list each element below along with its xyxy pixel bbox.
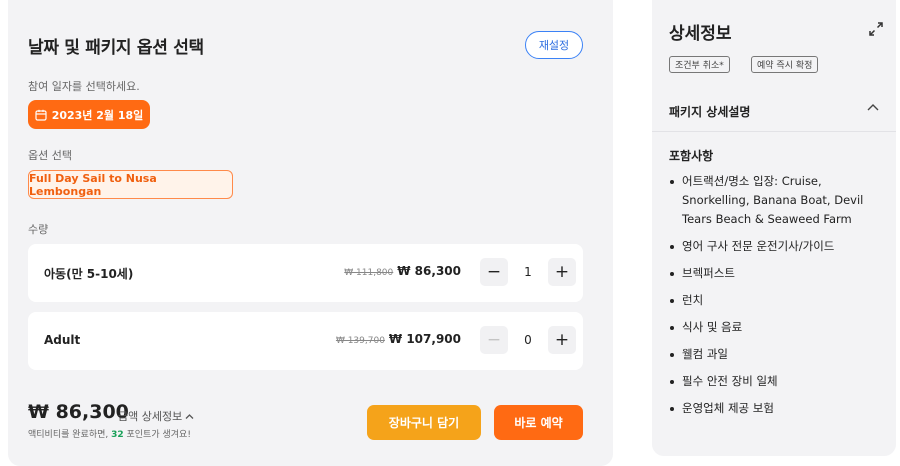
list-item: 필수 안전 장비 일체 [669, 372, 891, 391]
reset-button[interactable]: 재설정 [525, 31, 583, 59]
date-label: 참여 일자를 선택하세요. [28, 80, 140, 93]
plus-icon: + [554, 330, 570, 350]
package-description-heading[interactable]: 패키지 상세설명 [669, 103, 750, 120]
quantity-value: 1 [524, 265, 532, 279]
ticket-type-name: Adult [44, 333, 81, 347]
discounted-price: ₩ 107,900 [388, 332, 461, 346]
tag-conditional-cancel: 조건부 취소* [669, 56, 730, 73]
tag-instant-confirm: 예약 즉시 확정 [751, 56, 819, 73]
date-picker-button[interactable]: 2023년 2월 18일 [28, 100, 150, 129]
points-note: 액티비티를 완료하면, 32 포인트가 생겨요! [28, 427, 191, 440]
chevron-up-icon [185, 413, 194, 419]
points-suffix: 포인트가 생겨요! [123, 430, 191, 440]
list-item: 웰컴 과일 [669, 345, 891, 364]
details-title: 상세정보 [669, 24, 732, 44]
booking-panel: 날짜 및 패키지 옵션 선택 재설정 참여 일자를 선택하세요. 2023년 2… [8, 0, 613, 466]
total-price: ₩ 86,300 [28, 401, 129, 423]
add-to-cart-button[interactable]: 장바구니 담기 [367, 405, 481, 440]
list-item: 런치 [669, 291, 891, 310]
plus-icon: + [554, 262, 570, 282]
list-item: 영어 구사 전문 운전기사/가이드 [669, 237, 891, 256]
quantity-value: 0 [524, 333, 532, 347]
points-prefix: 액티비티를 완료하면, [28, 430, 112, 440]
list-item: 운영업체 제공 보험 [669, 399, 891, 418]
booking-title: 날짜 및 패키지 옵션 선택 [28, 38, 204, 58]
selected-date: 2023년 2월 18일 [51, 108, 144, 122]
ticket-type-name: 아동(만 5-10세) [44, 267, 134, 281]
divider [652, 131, 896, 132]
list-item: 브렉퍼스트 [669, 264, 891, 283]
total-detail-toggle[interactable]: 금액 상세정보 [118, 408, 194, 424]
minus-icon: − [486, 330, 502, 350]
option-label: 옵션 선택 [28, 149, 72, 162]
package-option-chip[interactable]: Full Day Sail to Nusa Lembongan [28, 170, 233, 199]
decrease-quantity-button[interactable]: − [480, 258, 508, 286]
expand-icon[interactable] [868, 21, 884, 37]
scroll-fade [652, 426, 896, 456]
details-panel: 상세정보 조건부 취소* 예약 즉시 확정 패키지 상세설명 포함사항 어트랙션… [652, 0, 896, 456]
quantity-label: 수량 [28, 223, 49, 236]
price-box: ₩ 111,800 ₩ 86,300 [344, 264, 461, 278]
quantity-row-adult: Adult ₩ 139,700 ₩ 107,900 − 0 + [28, 312, 583, 370]
increase-quantity-button[interactable]: + [548, 326, 576, 354]
included-heading: 포함사항 [669, 149, 714, 163]
original-price: ₩ 139,700 [335, 336, 385, 346]
price-box: ₩ 139,700 ₩ 107,900 [336, 332, 461, 346]
discounted-price: ₩ 86,300 [397, 264, 461, 278]
points-value: 32 [111, 430, 124, 440]
quantity-row-child: 아동(만 5-10세) ₩ 111,800 ₩ 86,300 − 1 + [28, 244, 583, 302]
calendar-icon [35, 109, 47, 121]
minus-icon: − [486, 262, 502, 282]
original-price: ₩ 111,800 [344, 268, 394, 278]
chevron-up-icon[interactable] [866, 102, 880, 112]
list-item: 식사 및 음료 [669, 318, 891, 337]
included-list: 어트랙션/명소 입장: Cruise, Snorkelling, Banana … [669, 172, 891, 426]
increase-quantity-button[interactable]: + [548, 258, 576, 286]
total-detail-label: 금액 상세정보 [118, 410, 183, 423]
book-now-button[interactable]: 바로 예약 [494, 405, 583, 440]
list-item: 어트랙션/명소 입장: Cruise, Snorkelling, Banana … [669, 172, 891, 229]
decrease-quantity-button[interactable]: − [480, 326, 508, 354]
